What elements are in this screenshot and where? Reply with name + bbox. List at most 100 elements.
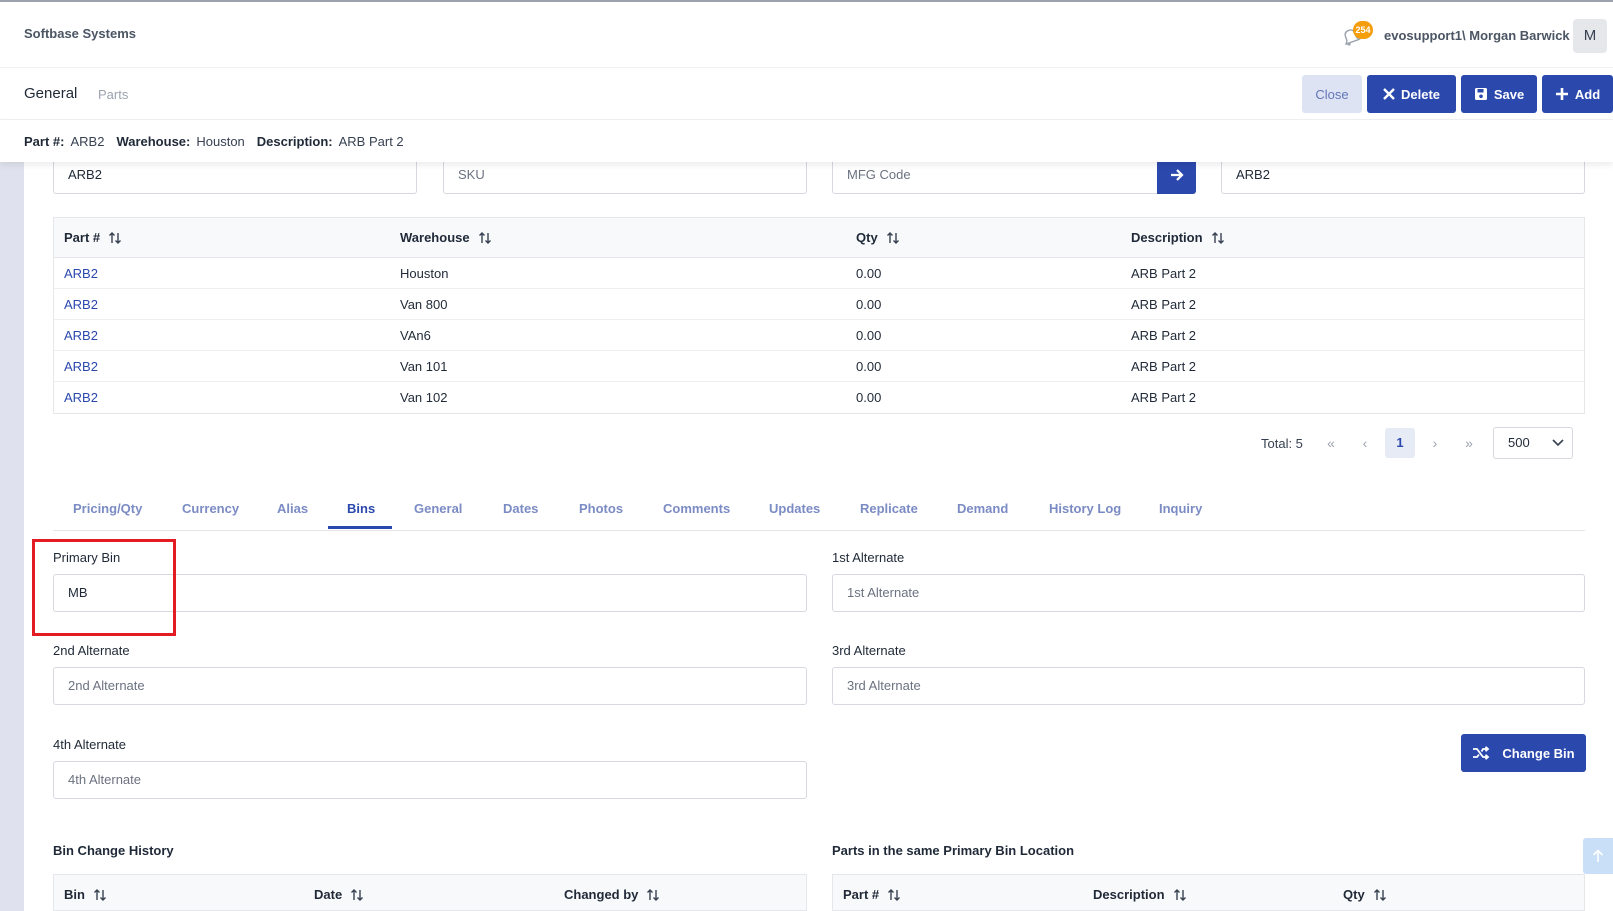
page-size-value: 500: [1508, 435, 1530, 450]
qty-cell: 0.00: [856, 390, 882, 405]
sort-icon: [888, 888, 901, 901]
table-row[interactable]: ARB2 VAn6 0.00 ARB Part 2: [54, 320, 1584, 351]
delete-button[interactable]: Delete: [1367, 75, 1456, 113]
qty-cell: 0.00: [856, 297, 882, 312]
first-page-button[interactable]: «: [1316, 428, 1346, 458]
table-row[interactable]: ARB2 Van 800 0.00 ARB Part 2: [54, 289, 1584, 320]
part-value: ARB2: [70, 134, 105, 149]
part-label: Part #:: [24, 134, 65, 149]
description-value: ARB Part 2: [338, 134, 404, 149]
sort-icon: [886, 231, 899, 244]
arrow-right-icon: [1170, 169, 1184, 181]
description-cell: ARB Part 2: [1131, 390, 1197, 405]
table-row[interactable]: ARB2 Van 102 0.00 ARB Part 2: [54, 382, 1584, 413]
header-part[interactable]: Part #: [64, 230, 122, 245]
same-bin-header-description[interactable]: Description: [1093, 887, 1187, 902]
alt2-input[interactable]: 2nd Alternate: [53, 667, 807, 705]
save-button[interactable]: Save: [1461, 75, 1537, 113]
page-button-current[interactable]: 1: [1385, 428, 1415, 458]
alt3-input[interactable]: 3rd Alternate: [832, 667, 1585, 705]
change-bin-button[interactable]: Change Bin: [1461, 734, 1586, 772]
header-description-label: Description: [1131, 230, 1203, 245]
add-button[interactable]: Add: [1542, 75, 1613, 113]
bin-history-header: Bin Date Changed by: [53, 874, 807, 911]
same-bin-header-qty[interactable]: Qty: [1343, 887, 1387, 902]
page-title: General: [24, 85, 78, 102]
tab-general[interactable]: General: [414, 501, 462, 516]
tab-bar: Pricing/Qty Currency Alias Bins General …: [53, 487, 1585, 531]
tab-photos[interactable]: Photos: [579, 501, 623, 516]
avatar[interactable]: M: [1573, 19, 1607, 53]
sort-icon: [351, 888, 364, 901]
next-page-button[interactable]: ›: [1420, 428, 1450, 458]
tab-alias[interactable]: Alias: [277, 501, 308, 516]
tab-demand[interactable]: Demand: [957, 501, 1008, 516]
bin-history-title: Bin Change History: [53, 843, 174, 858]
highlight-box: [32, 539, 176, 636]
warehouse-cell: Van 102: [400, 390, 448, 405]
header-qty-label: Qty: [856, 230, 878, 245]
breadcrumb-parts[interactable]: Parts: [98, 87, 128, 102]
table-row[interactable]: ARB2 Van 101 0.00 ARB Part 2: [54, 351, 1584, 382]
header-warehouse-label: Warehouse: [400, 230, 470, 245]
sort-icon: [478, 231, 491, 244]
qty-cell: 0.00: [856, 266, 882, 281]
part-summary: Part #: ARB2 Warehouse: Houston Descript…: [0, 120, 1613, 162]
alt2-label: 2nd Alternate: [53, 643, 130, 658]
part-link[interactable]: ARB2: [64, 328, 98, 343]
qty-cell: 0.00: [856, 328, 882, 343]
description-label: Description:: [256, 134, 333, 149]
tab-currency[interactable]: Currency: [182, 501, 239, 516]
sort-icon: [1373, 888, 1386, 901]
shuffle-icon: [1473, 746, 1490, 760]
tab-replicate[interactable]: Replicate: [860, 501, 918, 516]
tab-pricing-qty[interactable]: Pricing/Qty: [73, 501, 142, 516]
tab-dates[interactable]: Dates: [503, 501, 538, 516]
alt1-input[interactable]: 1st Alternate: [832, 574, 1585, 612]
chevron-down-icon: [1552, 439, 1564, 447]
save-button-label: Save: [1493, 86, 1525, 102]
close-button[interactable]: Close: [1302, 75, 1362, 113]
description-cell: ARB Part 2: [1131, 297, 1197, 312]
history-header-changed-by[interactable]: Changed by: [564, 887, 660, 902]
delete-button-label: Delete: [1400, 86, 1441, 102]
header-description[interactable]: Description: [1131, 230, 1225, 245]
user-name[interactable]: evosupport1\ Morgan Barwick: [1384, 28, 1570, 43]
part-link[interactable]: ARB2: [64, 359, 98, 374]
header-part-label: Part #: [64, 230, 101, 245]
tab-updates[interactable]: Updates: [769, 501, 820, 516]
history-header-bin[interactable]: Bin: [64, 887, 107, 902]
floppy-icon: [1474, 88, 1487, 100]
header-qty[interactable]: Qty: [856, 230, 900, 245]
scroll-to-top-button[interactable]: [1583, 838, 1613, 874]
page-size-select[interactable]: 500: [1493, 427, 1573, 459]
sort-icon: [1173, 888, 1186, 901]
history-header-changed-by-label: Changed by: [564, 887, 639, 902]
part-link[interactable]: ARB2: [64, 297, 98, 312]
warehouse-value: Houston: [196, 134, 245, 149]
tab-history-log[interactable]: History Log: [1049, 501, 1121, 516]
part-link[interactable]: ARB2: [64, 266, 98, 281]
prev-page-button[interactable]: ‹: [1350, 428, 1380, 458]
tab-inquiry[interactable]: Inquiry: [1159, 501, 1202, 516]
last-page-button[interactable]: »: [1454, 428, 1484, 458]
tab-bins[interactable]: Bins: [347, 501, 375, 516]
header-warehouse[interactable]: Warehouse: [400, 230, 492, 245]
change-bin-label: Change Bin: [1502, 745, 1575, 761]
add-button-label: Add: [1574, 86, 1601, 102]
x-icon: [1383, 88, 1395, 100]
warehouse-cell: Van 800: [400, 297, 448, 312]
history-header-date-label: Date: [314, 887, 343, 902]
same-bin-header-part[interactable]: Part #: [843, 887, 901, 902]
alt4-label: 4th Alternate: [53, 737, 126, 752]
part-link[interactable]: ARB2: [64, 390, 98, 405]
alt4-input[interactable]: 4th Alternate: [53, 761, 807, 799]
history-header-date[interactable]: Date: [314, 887, 364, 902]
alt3-label: 3rd Alternate: [832, 643, 906, 658]
tab-comments[interactable]: Comments: [663, 501, 730, 516]
parts-table: Part # Warehouse Qty Description ARB2 Ho…: [53, 217, 1585, 414]
table-row[interactable]: ARB2 Houston 0.00 ARB Part 2: [54, 258, 1584, 289]
history-header-bin-label: Bin: [64, 887, 85, 902]
total-count: Total: 5: [1261, 436, 1303, 451]
warehouse-label: Warehouse:: [116, 134, 191, 149]
